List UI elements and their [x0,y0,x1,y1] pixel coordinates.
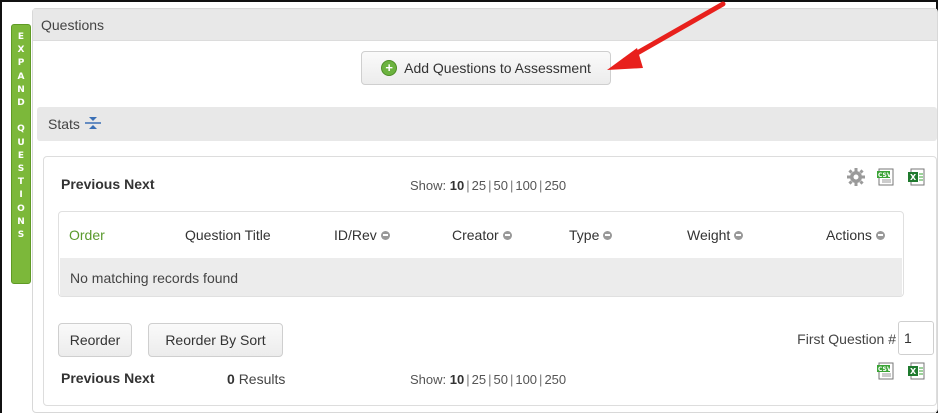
tab-letter: I [19,190,23,201]
tab-letter: S [17,230,25,241]
svg-text:CSV: CSV [878,366,892,373]
tab-letter: D [17,98,25,109]
tab-letter: T [17,177,25,188]
excel-export-icon[interactable]: X [906,167,926,187]
show-option[interactable]: 250 [544,372,566,387]
next-link[interactable]: Next [124,370,154,386]
export-icons-bottom: CSV X [876,361,926,381]
show-count-selector: Show: 10 | 25 | 50 | 100 | 250 [410,178,567,193]
show-option[interactable]: 50 [493,372,507,387]
sort-icon[interactable] [875,230,885,240]
column-label: Type [569,227,600,243]
show-label: Show: [410,178,447,193]
column-header-question-title[interactable]: Question Title [185,227,271,243]
column-label: Actions [826,227,872,243]
column-header-order[interactable]: Order [69,227,105,243]
column-label: Weight [687,227,731,243]
sort-icon[interactable] [734,230,744,240]
tab-letter: O [17,203,25,214]
svg-text:X: X [910,367,917,376]
first-question-input[interactable] [898,321,934,355]
show-option[interactable]: 250 [544,178,566,193]
tab-letter: X [17,45,25,56]
next-link[interactable]: Next [124,176,154,192]
svg-text:X: X [910,173,917,182]
excel-export-icon[interactable]: X [906,361,926,381]
csv-export-icon[interactable]: CSV [876,361,896,381]
show-label: Show: [410,372,447,387]
questions-panel: Questions + Add Questions to Assessment … [32,8,938,413]
column-label: Question Title [185,227,271,243]
tab-letter: A [17,71,25,82]
export-icons-top: CSV X [846,167,926,187]
questions-table-box: Previous Next Show: 10 | 25 | 50 | 100 | 250 [43,156,937,406]
sort-icon[interactable] [380,230,390,240]
reorder-by-sort-button[interactable]: Reorder By Sort [148,323,283,357]
show-option[interactable]: 10 [450,178,464,193]
show-option[interactable]: 100 [515,178,537,193]
tab-letter: E [17,32,25,42]
results-number: 0 [227,371,235,387]
sort-icon[interactable] [502,230,512,240]
column-header-actions[interactable]: Actions [826,227,885,243]
column-header-creator[interactable]: Creator [452,227,512,243]
show-option[interactable]: 10 [450,372,464,387]
tab-letter: S [17,164,25,175]
results-count: 0 Results [227,371,285,387]
plus-circle-icon: + [381,60,398,76]
empty-table-message: No matching records found [60,258,902,296]
column-header-weight[interactable]: Weight [687,227,744,243]
tab-letter: N [17,216,25,227]
column-label: ID/Rev [334,227,377,243]
tab-letter: P [17,58,25,69]
panel-title: Questions [33,9,937,41]
previous-link[interactable]: Previous [61,176,120,192]
tab-letter: N [17,84,25,95]
column-header-type[interactable]: Type [569,227,613,243]
pager-bottom: Previous Next [61,370,159,386]
tab-letter: U [17,137,25,148]
show-option[interactable]: 25 [472,178,486,193]
show-count-selector-bottom: Show: 10 | 25 | 50 | 100 | 250 [410,372,567,387]
pager-top: Previous Next [61,176,159,192]
sort-icon[interactable] [603,230,613,240]
column-label: Creator [452,227,499,243]
stats-label: Stats [48,116,80,132]
stats-bar[interactable]: Stats [37,107,937,141]
add-questions-label: Add Questions to Assessment [404,60,591,76]
first-question-label: First Question # [797,331,896,347]
column-header-id-rev[interactable]: ID/Rev [334,227,390,243]
svg-text:CSV: CSV [878,172,892,179]
questions-table: Order Question Title ID/Rev Creator Type… [58,211,904,297]
show-option[interactable]: 25 [472,372,486,387]
collapse-icon[interactable] [84,116,102,133]
tab-letter: Q [17,124,25,135]
results-label: Results [238,371,286,387]
reorder-button[interactable]: Reorder [58,323,132,357]
column-label: Order [69,227,105,243]
gear-icon[interactable] [846,167,866,187]
tab-letter: E [17,150,25,161]
show-option[interactable]: 100 [515,372,537,387]
show-option[interactable]: 50 [493,178,507,193]
csv-export-icon[interactable]: CSV [876,167,896,187]
previous-link[interactable]: Previous [61,370,120,386]
add-questions-button[interactable]: + Add Questions to Assessment [361,51,611,85]
expand-questions-tab[interactable]: E X P A N D Q U E S T I O N S [11,24,31,284]
